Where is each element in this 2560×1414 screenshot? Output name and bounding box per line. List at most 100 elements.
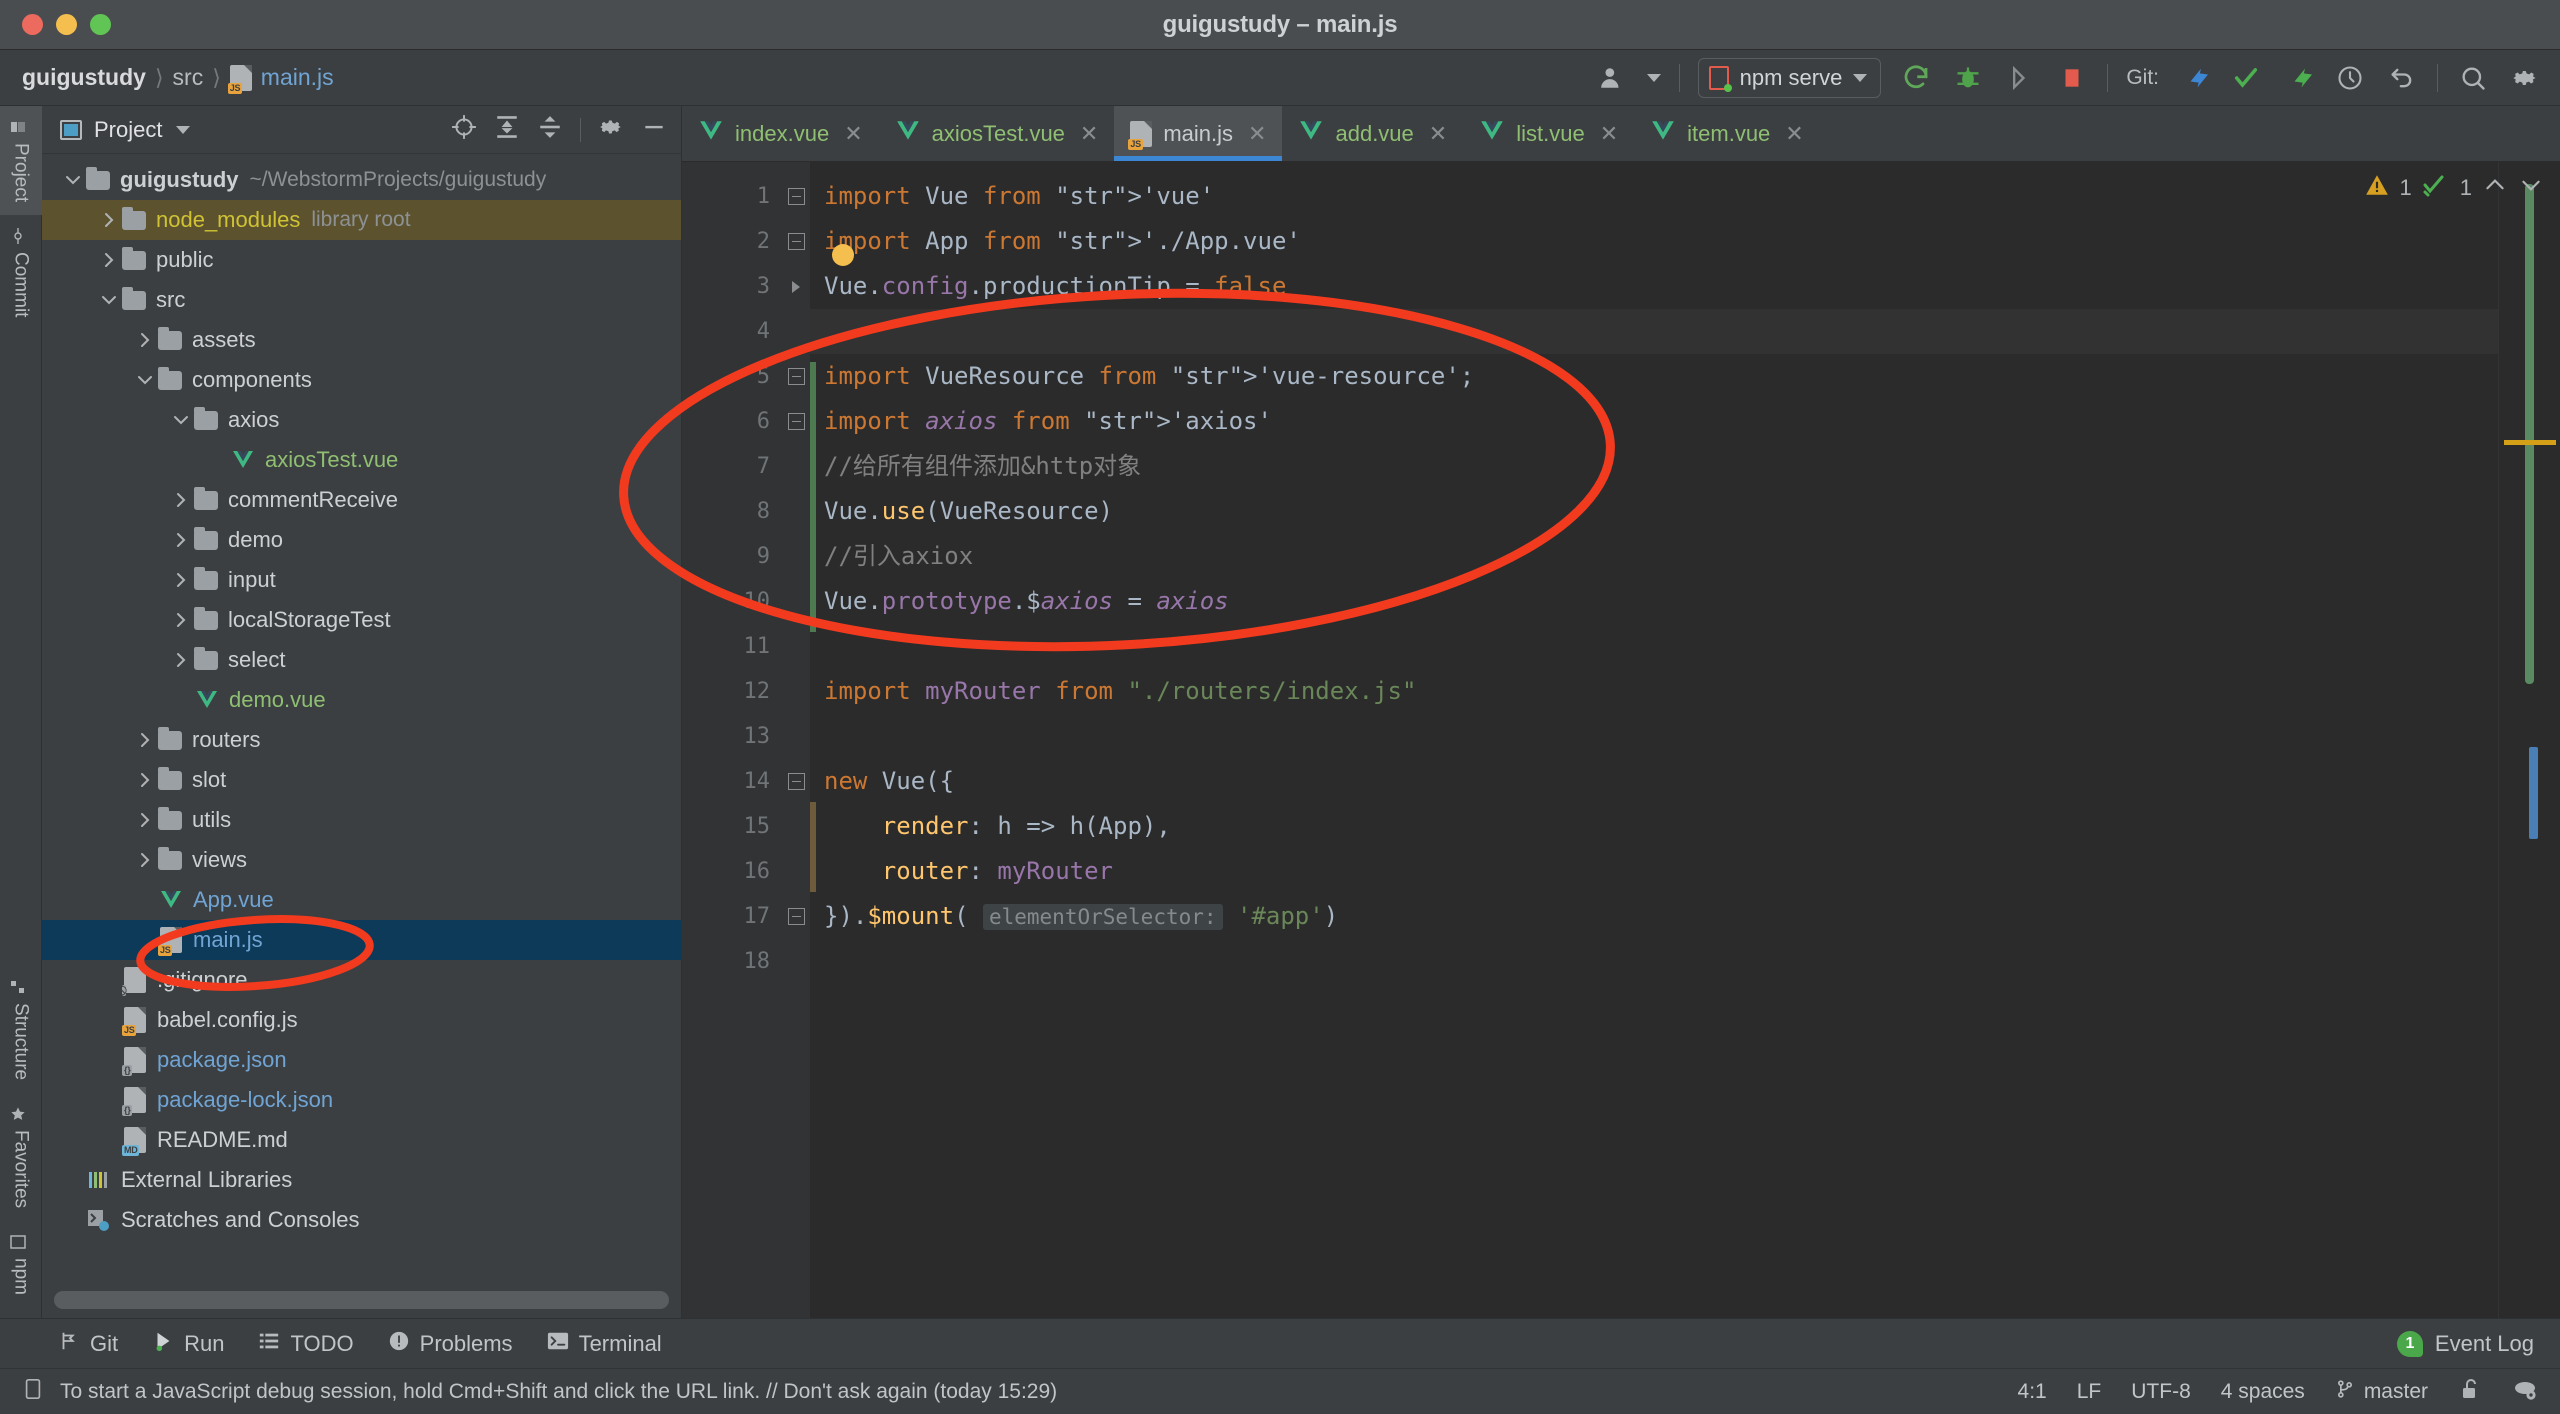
project-horizontal-scrollbar[interactable] <box>42 1282 681 1318</box>
tree-expand-arrow-icon[interactable] <box>132 811 158 829</box>
close-icon[interactable]: ✕ <box>1429 121 1447 147</box>
code-line-16[interactable]: router: myRouter <box>810 849 2560 894</box>
close-icon[interactable]: ✕ <box>1248 121 1266 147</box>
line-number[interactable]: 13 <box>682 714 782 759</box>
fold-toggle-icon[interactable] <box>782 759 810 804</box>
bottom-item-terminal[interactable]: Terminal <box>547 1330 662 1358</box>
tree-node-node-modules[interactable]: node_modules library root <box>42 200 681 240</box>
indent-setting[interactable]: 4 spaces <box>2221 1380 2305 1404</box>
line-number[interactable]: 6 <box>682 399 782 444</box>
editor-scrollbar-thumb[interactable] <box>2525 184 2534 684</box>
line-number[interactable]: 1 <box>682 174 782 219</box>
project-tree[interactable]: guigustudy ~/WebstormProjects/guigustudy n… <box>42 154 681 1282</box>
tree-node-utils[interactable]: utils <box>42 800 681 840</box>
tree-node-scratches-and-consoles[interactable]: Scratches and Consoles <box>42 1200 681 1240</box>
tree-expand-arrow-icon[interactable] <box>168 611 194 629</box>
tree-expand-arrow-icon[interactable] <box>168 571 194 589</box>
editor-tab-main-js[interactable]: JS main.js ✕ <box>1114 106 1283 161</box>
editor-tabs[interactable]: index.vue ✕ axiosTest.vue ✕ JS main.js ✕ add.vu… <box>682 106 2560 162</box>
settings-gear-icon[interactable] <box>598 114 624 145</box>
tree-node-external-libraries[interactable]: External Libraries <box>42 1160 681 1200</box>
tree-node-main-js[interactable]: JS main.js <box>42 920 681 960</box>
editor-tab-item-vue[interactable]: item.vue ✕ <box>1634 106 1820 161</box>
warning-marker[interactable] <box>2504 440 2556 445</box>
close-icon[interactable]: ✕ <box>844 121 862 147</box>
tree-node-babel-config-js[interactable]: JS babel.config.js <box>42 1000 681 1040</box>
bottom-item-problems[interactable]: Problems <box>388 1330 513 1358</box>
code-line-5[interactable]: import VueResource from "str">'vue-resou… <box>810 354 2560 399</box>
tree-node-components[interactable]: components <box>42 360 681 400</box>
code-line-18[interactable] <box>810 939 2560 984</box>
line-number[interactable]: 9 <box>682 534 782 579</box>
line-number[interactable]: 17 <box>682 894 782 939</box>
inspection-widget[interactable]: 1 1 <box>2364 162 2560 214</box>
tree-node-package-lock-json[interactable]: {} package-lock.json <box>42 1080 681 1120</box>
line-number[interactable]: 2 <box>682 219 782 264</box>
line-number[interactable]: 16 <box>682 849 782 894</box>
tree-node-readme-md[interactable]: MD README.md <box>42 1120 681 1160</box>
sidebar-item-structure[interactable]: Structure <box>0 966 42 1093</box>
line-number[interactable]: 14 <box>682 759 782 804</box>
history-icon[interactable] <box>2333 61 2367 95</box>
code-folding-strip[interactable] <box>782 162 810 1318</box>
tree-expand-arrow-icon[interactable] <box>168 413 194 427</box>
event-log-widget[interactable]: 1 Event Log <box>2396 1330 2560 1357</box>
run-configuration-selector[interactable]: npm serve <box>1697 57 1882 98</box>
fold-toggle-icon[interactable] <box>782 174 810 219</box>
editor-tab-list-vue[interactable]: list.vue ✕ <box>1463 106 1634 161</box>
line-number[interactable]: 10 <box>682 579 782 624</box>
stop-icon[interactable] <box>2055 61 2089 95</box>
debug-icon[interactable] <box>1951 61 1985 95</box>
line-number[interactable]: 3 <box>682 264 782 309</box>
line-number[interactable]: 8 <box>682 489 782 534</box>
tree-node-axiostest-vue[interactable]: axiosTest.vue <box>42 440 681 480</box>
bottom-item-todo[interactable]: TODO <box>258 1330 354 1358</box>
tree-node-app-vue[interactable]: App.vue <box>42 880 681 920</box>
tree-expand-arrow-icon[interactable] <box>96 211 122 229</box>
next-problem-icon[interactable] <box>2518 172 2544 204</box>
tree-node-commentreceive[interactable]: commentReceive <box>42 480 681 520</box>
close-icon[interactable]: ✕ <box>1080 121 1098 147</box>
editor-tab-add-vue[interactable]: add.vue ✕ <box>1282 106 1463 161</box>
user-avatar-icon[interactable] <box>1595 61 1629 95</box>
tree-node-guigustudy[interactable]: guigustudy ~/WebstormProjects/guigustudy <box>42 160 681 200</box>
fold-toggle-icon[interactable] <box>782 354 810 399</box>
tree-node-slot[interactable]: slot <box>42 760 681 800</box>
breadcrumb-item-file[interactable]: JS main.js <box>227 64 334 94</box>
tree-node-src[interactable]: src <box>42 280 681 320</box>
code-line-10[interactable]: Vue.prototype.$axios = axios <box>810 579 2560 624</box>
line-number[interactable]: 7 <box>682 444 782 489</box>
chevron-down-icon[interactable] <box>176 125 191 134</box>
tree-node-assets[interactable]: assets <box>42 320 681 360</box>
tree-expand-arrow-icon[interactable] <box>132 851 158 869</box>
run-icon[interactable] <box>1899 61 1933 95</box>
code-line-6[interactable]: import axios from "str">'axios' <box>810 399 2560 444</box>
tree-expand-arrow-icon[interactable] <box>132 331 158 349</box>
chevron-down-icon[interactable] <box>1853 73 1868 82</box>
locate-icon[interactable] <box>451 114 477 145</box>
close-icon[interactable]: ✕ <box>1785 121 1803 147</box>
line-number[interactable]: 12 <box>682 669 782 714</box>
editor-tab-index-vue[interactable]: index.vue ✕ <box>682 106 879 161</box>
code-line-2[interactable]: import App from "str">'./App.vue' <box>810 219 2560 264</box>
code-line-9[interactable]: //引入axiox <box>810 534 2560 579</box>
code-line-8[interactable]: Vue.use(VueResource) <box>810 489 2560 534</box>
code-line-1[interactable]: import Vue from "str">'vue' <box>810 174 2560 219</box>
git-branch-widget[interactable]: master <box>2335 1378 2428 1406</box>
collapse-all-icon[interactable] <box>537 114 563 145</box>
tree-expand-arrow-icon[interactable] <box>132 373 158 387</box>
git-update-icon[interactable] <box>2177 61 2211 95</box>
tree-node-demo[interactable]: demo <box>42 520 681 560</box>
tree-expand-arrow-icon[interactable] <box>60 173 86 187</box>
lock-open-icon[interactable] <box>2458 1377 2482 1407</box>
notifications-icon[interactable] <box>2512 1377 2538 1407</box>
sidebar-item-npm[interactable]: npm <box>0 1221 42 1308</box>
editor-tab-axiostest-vue[interactable]: axiosTest.vue ✕ <box>879 106 1115 161</box>
code-line-11[interactable] <box>810 624 2560 669</box>
tree-node-axios[interactable]: axios <box>42 400 681 440</box>
line-number[interactable]: 5 <box>682 354 782 399</box>
search-everywhere-icon[interactable] <box>2456 61 2490 95</box>
code-line-12[interactable]: import myRouter from "./routers/index.js… <box>810 669 2560 714</box>
line-number[interactable]: 11 <box>682 624 782 669</box>
chevron-down-icon[interactable] <box>1646 73 1661 82</box>
